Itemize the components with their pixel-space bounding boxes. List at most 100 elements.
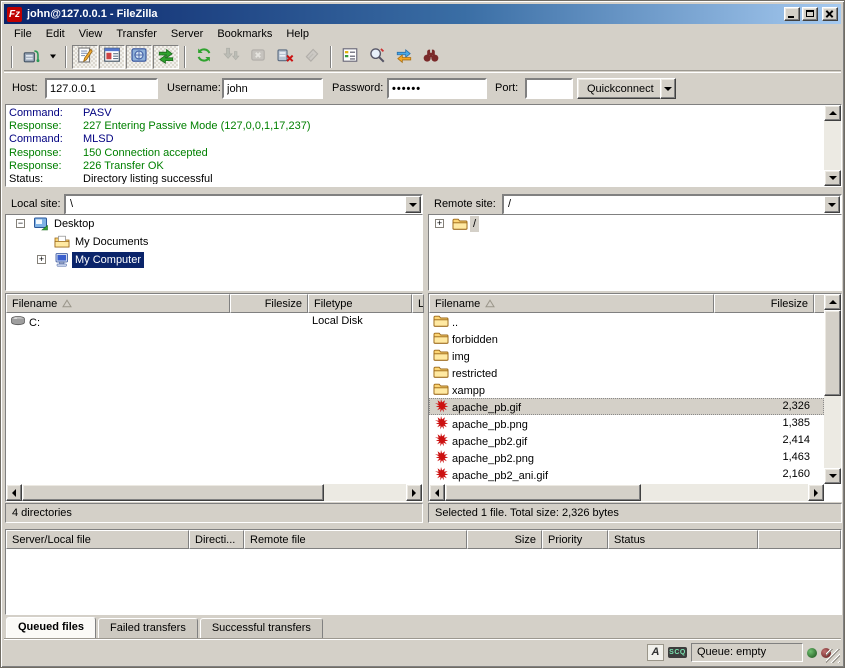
minimize-button[interactable] bbox=[784, 7, 800, 21]
column-header-filesize[interactable]: Filesize bbox=[230, 294, 308, 313]
reconnect-button[interactable] bbox=[299, 45, 325, 69]
image-file-icon bbox=[433, 466, 449, 483]
close-button[interactable] bbox=[822, 7, 838, 21]
scroll-left-button[interactable] bbox=[6, 484, 22, 501]
file-row-blank[interactable]: .. bbox=[429, 313, 824, 330]
site-manager-button[interactable] bbox=[18, 45, 44, 69]
menu-help[interactable]: Help bbox=[279, 26, 316, 42]
site-manager-dropdown-button[interactable] bbox=[45, 45, 60, 69]
scroll-right-button[interactable] bbox=[406, 484, 422, 501]
tree-item-blank[interactable]: +/ bbox=[429, 215, 841, 233]
quickconnect-button[interactable]: Quickconnect bbox=[577, 78, 664, 99]
column-header-priority[interactable]: Priority bbox=[542, 530, 608, 549]
local-hscroll-thumb[interactable] bbox=[22, 484, 324, 501]
expand-icon[interactable]: + bbox=[435, 219, 444, 228]
menu-transfer[interactable]: Transfer bbox=[109, 26, 164, 42]
toggle-transfer-queue-button[interactable] bbox=[153, 45, 179, 69]
username-input[interactable] bbox=[222, 78, 323, 99]
column-header-directi[interactable]: Directi... bbox=[189, 530, 244, 549]
host-input[interactable] bbox=[45, 78, 158, 99]
file-row-forbidden[interactable]: forbidden bbox=[429, 330, 824, 347]
find-files-button[interactable] bbox=[418, 45, 444, 69]
column-header-server-local-file[interactable]: Server/Local file bbox=[6, 530, 189, 549]
column-header-filesize[interactable]: Filesize bbox=[714, 294, 814, 313]
column-header-filetype[interactable]: Filetype bbox=[308, 294, 412, 313]
remote-vscroll-thumb[interactable] bbox=[824, 310, 841, 396]
column-header-l[interactable]: L bbox=[412, 294, 424, 313]
column-header-status[interactable]: Status bbox=[608, 530, 758, 549]
tab-successful-transfers[interactable]: Successful transfers bbox=[200, 618, 323, 638]
log-vscrollbar[interactable] bbox=[824, 105, 841, 186]
scroll-right-button[interactable] bbox=[808, 484, 824, 501]
expand-icon[interactable]: + bbox=[37, 255, 46, 264]
directory-listing-filters-button[interactable] bbox=[337, 45, 363, 69]
toolbar bbox=[4, 43, 841, 71]
tab-failed-transfers[interactable]: Failed transfers bbox=[98, 618, 198, 638]
column-header-filename[interactable]: Filename bbox=[6, 294, 230, 313]
refresh-button[interactable] bbox=[191, 45, 217, 69]
menu-view[interactable]: View bbox=[72, 26, 110, 42]
log-scroll-track[interactable] bbox=[824, 121, 841, 170]
maximize-button[interactable] bbox=[802, 7, 818, 21]
file-row-apache-pb-gif[interactable]: apache_pb.gif2,326 bbox=[429, 398, 824, 415]
scroll-down-button[interactable] bbox=[824, 170, 841, 186]
disconnect-button[interactable] bbox=[272, 45, 298, 69]
scroll-down-button[interactable] bbox=[824, 468, 841, 484]
remote-site-dropdown-button[interactable] bbox=[824, 196, 840, 213]
scroll-up-button[interactable] bbox=[824, 294, 841, 310]
column-header-remote-file[interactable]: Remote file bbox=[244, 530, 467, 549]
tree-item-label: My Documents bbox=[72, 234, 151, 250]
menu-edit[interactable]: Edit bbox=[39, 26, 72, 42]
file-row-c[interactable]: C:Local Disk bbox=[6, 313, 422, 330]
filezilla-window: Fz john@127.0.0.1 - FileZilla FileEditVi… bbox=[0, 0, 845, 668]
local-site-dropdown-button[interactable] bbox=[405, 196, 421, 213]
local-hscrollbar[interactable] bbox=[6, 484, 422, 501]
file-row-apache-pb-png[interactable]: apache_pb.png1,385 bbox=[429, 415, 824, 432]
remote-vscroll-track[interactable] bbox=[824, 310, 841, 468]
remote-hscrollbar[interactable] bbox=[429, 484, 824, 501]
tree-item-desktop[interactable]: −Desktop bbox=[6, 215, 422, 233]
tree-item-my-documents[interactable]: My Documents bbox=[6, 233, 422, 251]
password-input[interactable] bbox=[387, 78, 487, 99]
column-header-filename[interactable]: Filename bbox=[429, 294, 714, 313]
file-row-xampp[interactable]: xampp bbox=[429, 381, 824, 398]
directory-comparison-button[interactable] bbox=[364, 45, 390, 69]
file-row-restricted[interactable]: restricted bbox=[429, 364, 824, 381]
tab-queued-files[interactable]: Queued files bbox=[6, 617, 96, 638]
toggle-local-tree-button[interactable] bbox=[99, 45, 125, 69]
file-row-apache-pb2-ani-gif[interactable]: apache_pb2_ani.gif2,160 bbox=[429, 466, 824, 483]
file-row-apache-pb2-gif[interactable]: apache_pb2.gif2,414 bbox=[429, 432, 824, 449]
menu-bookmarks[interactable]: Bookmarks bbox=[210, 26, 279, 42]
port-input[interactable] bbox=[525, 78, 573, 99]
resize-grip[interactable] bbox=[826, 649, 840, 663]
remote-directory-tree: +/ bbox=[428, 214, 842, 291]
column-header-label: Priority bbox=[548, 534, 582, 546]
quickconnect-dropdown-button[interactable] bbox=[660, 78, 676, 99]
scroll-up-button[interactable] bbox=[824, 105, 841, 121]
log-line: Response:227 Entering Passive Mode (127,… bbox=[9, 120, 821, 133]
remote-hscroll-track[interactable] bbox=[445, 484, 808, 501]
remote-vscrollbar[interactable] bbox=[824, 294, 841, 484]
menu-file[interactable]: File bbox=[7, 26, 39, 42]
scroll-left-button[interactable] bbox=[429, 484, 445, 501]
toggle-message-log-button[interactable] bbox=[72, 45, 98, 69]
column-header-size[interactable]: Size bbox=[467, 530, 542, 549]
remote-site-combo[interactable]: / bbox=[502, 194, 842, 215]
synchronized-browsing-button[interactable] bbox=[391, 45, 417, 69]
transfer-queue-list[interactable] bbox=[6, 549, 841, 614]
collapse-icon[interactable]: − bbox=[16, 219, 25, 228]
file-row-apache-pb2-png[interactable]: apache_pb2.png1,463 bbox=[429, 449, 824, 466]
menu-server[interactable]: Server bbox=[164, 26, 210, 42]
local-site-combo[interactable]: \ bbox=[64, 194, 423, 215]
title-bar[interactable]: Fz john@127.0.0.1 - FileZilla bbox=[4, 4, 841, 24]
tree-item-my-computer[interactable]: +My Computer bbox=[6, 251, 422, 269]
cell-filesize bbox=[230, 313, 308, 330]
cancel-operation-button[interactable] bbox=[245, 45, 271, 69]
file-row-img[interactable]: img bbox=[429, 347, 824, 364]
toggle-remote-tree-button[interactable] bbox=[126, 45, 152, 69]
column-header-spacer[interactable] bbox=[758, 530, 841, 549]
local-hscroll-track[interactable] bbox=[22, 484, 406, 501]
remote-hscroll-thumb[interactable] bbox=[445, 484, 641, 501]
process-queue-button[interactable] bbox=[218, 45, 244, 69]
find-files-icon bbox=[422, 46, 440, 67]
